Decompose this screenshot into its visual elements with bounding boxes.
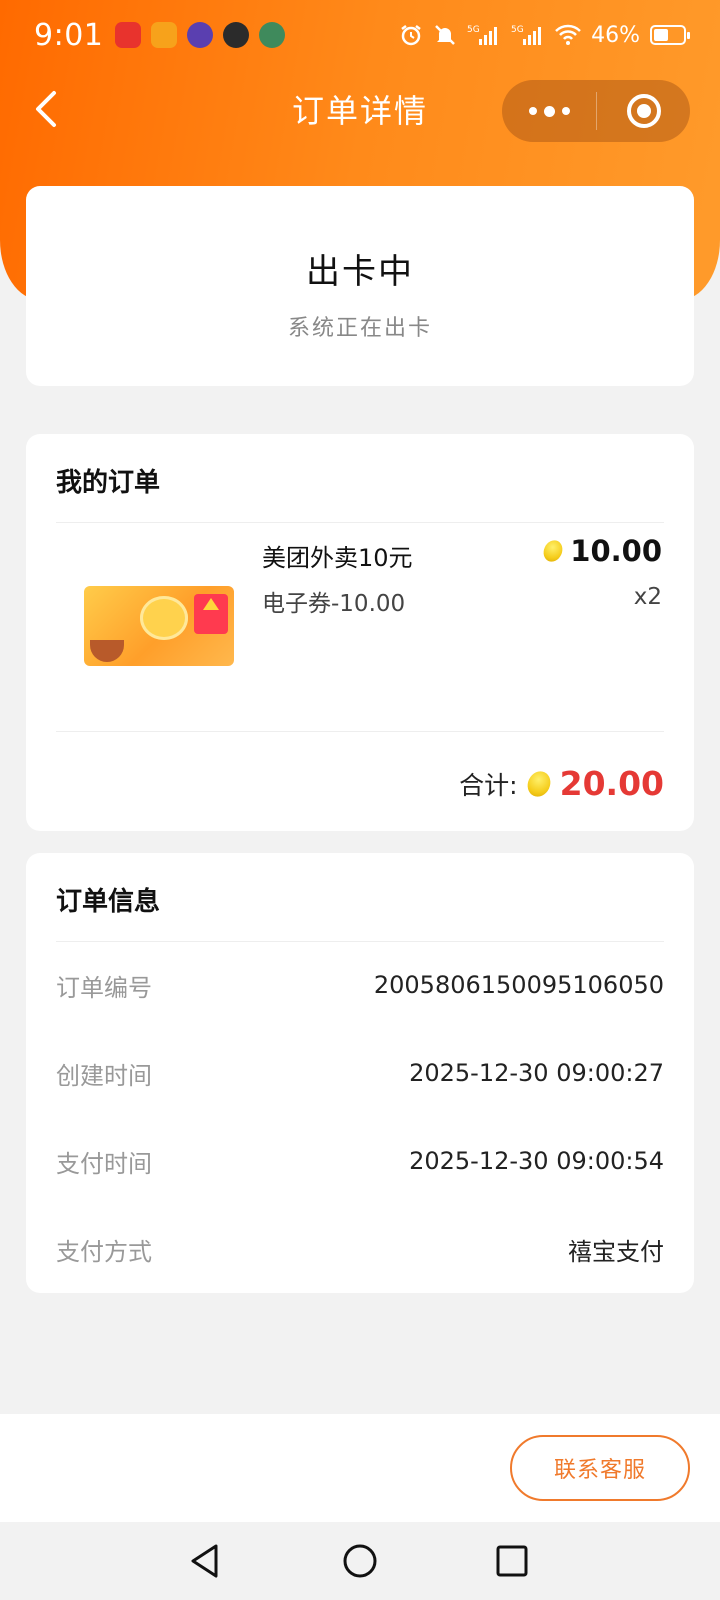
order-status-card: 出卡中 系统正在出卡 — [26, 186, 694, 386]
more-dots-icon-center — [543, 105, 555, 117]
order-status-title: 出卡中 — [306, 252, 414, 292]
created-time-value: 2025-12-30 09:00:27 — [409, 1059, 664, 1087]
wifi-icon — [555, 24, 581, 45]
signal-5g-icon: 5G — [467, 25, 498, 45]
system-navigation-bar — [0, 1522, 720, 1600]
my-order-section-title: 我的订单 — [56, 468, 161, 498]
order-status-subtitle: 系统正在出卡 — [287, 316, 432, 341]
order-number-row: 订单编号 2005806150095106050 — [56, 965, 664, 1005]
info-label: 订单编号 — [56, 973, 152, 1002]
navigation-bar: 订单详情 — [0, 76, 720, 142]
order-total: 合计: 20.00 — [459, 764, 664, 803]
info-label: 创建时间 — [56, 1061, 152, 1090]
more-dots-icon-right — [561, 107, 570, 115]
battery-icon — [650, 25, 690, 45]
battery-percent: 46% — [591, 22, 640, 48]
nav-back-icon[interactable] — [180, 1536, 230, 1586]
gold-bean-icon — [523, 767, 555, 800]
product-quantity: x2 — [633, 584, 662, 610]
alarm-icon — [401, 25, 421, 46]
voucher-food — [90, 640, 124, 662]
warning-icon — [203, 598, 219, 610]
notification-app-icons — [115, 22, 286, 48]
contact-support-button[interactable]: 联系客服 — [510, 1435, 690, 1501]
nav-recents-icon[interactable] — [487, 1536, 537, 1586]
city-game-app-icon — [187, 22, 214, 48]
my-order-card: 我的订单 美团外卖10元 电子券-10.00 10.00 x2 合计: 20.0… — [26, 434, 694, 831]
info-label: 支付时间 — [56, 1149, 152, 1178]
svg-text:5G: 5G — [511, 25, 524, 35]
order-info-section-title: 订单信息 — [56, 887, 161, 917]
product-price-value: 10.00 — [570, 534, 662, 568]
digital-rmb-app-icon — [115, 22, 142, 48]
info-label: 支付方式 — [56, 1237, 152, 1266]
total-label: 合计: — [459, 770, 518, 800]
status-indicators: 5G 5G 46% — [399, 22, 690, 48]
total-amount: 20.00 — [559, 764, 664, 803]
order-info-card: 订单信息 订单编号 2005806150095106050 创建时间 2025-… — [26, 853, 694, 1293]
payment-method-row: 支付方式 禧宝支付 — [56, 1229, 664, 1269]
close-miniprogram-button[interactable] — [597, 80, 690, 142]
nav-home-icon[interactable] — [335, 1536, 385, 1586]
miniprogram-capsule — [502, 80, 690, 142]
divider — [56, 941, 664, 942]
paid-time-row: 支付时间 2025-12-30 09:00:54 — [56, 1141, 664, 1181]
svg-text:5G: 5G — [467, 25, 480, 35]
close-circle-icon — [626, 94, 661, 128]
game-center-app-icon — [151, 22, 178, 48]
meituan-voucher-image[interactable] — [84, 586, 234, 666]
divider — [56, 522, 664, 523]
status-bar: 9:01 5G 5G 46% — [0, 0, 720, 70]
signal-5g-icon: 5G — [511, 25, 542, 45]
status-time: 9:01 — [34, 17, 104, 53]
mute-icon — [435, 25, 455, 45]
product-spec: 电子券-10.00 — [262, 591, 406, 617]
voucher-mascot — [140, 596, 188, 640]
payment-method-value: 禧宝支付 — [568, 1237, 664, 1266]
more-button[interactable] — [502, 80, 596, 142]
card-game-app-icon — [259, 22, 286, 48]
order-number-value[interactable]: 2005806150095106050 — [374, 971, 664, 999]
product-name[interactable]: 美团外卖10元 — [262, 538, 413, 573]
created-time-row: 创建时间 2025-12-30 09:00:27 — [56, 1053, 664, 1093]
divider — [56, 731, 664, 732]
product-price: 10.00 — [540, 534, 662, 568]
moba-game-app-icon — [223, 22, 250, 48]
gold-bean-icon — [540, 537, 567, 565]
more-dots-icon — [528, 107, 537, 115]
paid-time-value: 2025-12-30 09:00:54 — [409, 1147, 664, 1175]
bottom-action-bar: 联系客服 — [0, 1414, 720, 1522]
